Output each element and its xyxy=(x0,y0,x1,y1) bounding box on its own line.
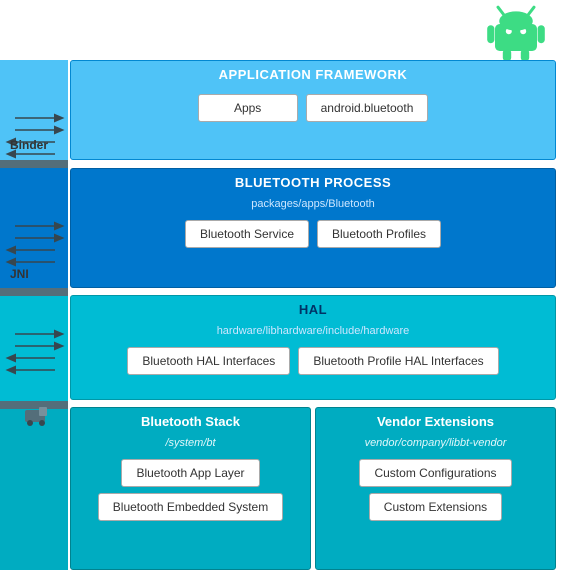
bt-stack-sublabel: /system/bt xyxy=(71,435,310,453)
bt-hal-interfaces-box: Bluetooth HAL Interfaces xyxy=(127,347,290,375)
bt-stack-section: Bluetooth Stack /system/bt Bluetooth App… xyxy=(70,407,311,570)
app-framework-section: APPLICATION FRAMEWORK Apps android.bluet… xyxy=(70,60,556,160)
binder-label: Binder xyxy=(10,138,48,152)
bt-service-box: Bluetooth Service xyxy=(185,220,309,248)
custom-extensions-box: Custom Extensions xyxy=(369,493,502,521)
bt-process-title: BLUETOOTH PROCESS xyxy=(71,169,555,196)
app-framework-content: Apps android.bluetooth xyxy=(71,88,555,128)
bottom-wrapper: Bluetooth Stack /system/bt Bluetooth App… xyxy=(70,407,556,570)
bt-stack-content: Bluetooth App Layer Bluetooth Embedded S… xyxy=(71,453,310,527)
bt-stack-title: Bluetooth Stack xyxy=(71,408,310,435)
diagram-wrapper: Binder JNI APPLICATION FRAMEWORK Apps an… xyxy=(0,0,566,578)
custom-configurations-box: Custom Configurations xyxy=(359,459,511,487)
bt-process-section: BLUETOOTH PROCESS packages/apps/Bluetoot… xyxy=(70,168,556,288)
bt-process-sublabel: packages/apps/Bluetooth xyxy=(71,196,555,214)
bt-embedded-system-box: Bluetooth Embedded System xyxy=(98,493,283,521)
android-bluetooth-box: android.bluetooth xyxy=(306,94,429,122)
hal-content: Bluetooth HAL Interfaces Bluetooth Profi… xyxy=(71,341,555,381)
vendor-ext-sublabel: vendor/company/libbt-vendor xyxy=(316,435,555,453)
hal-section: HAL hardware/libhardware/include/hardwar… xyxy=(70,295,556,400)
apps-box: Apps xyxy=(198,94,298,122)
vendor-ext-title: Vendor Extensions xyxy=(316,408,555,435)
bt-profiles-box: Bluetooth Profiles xyxy=(317,220,441,248)
jni-label: JNI xyxy=(10,267,29,281)
bt-app-layer-box: Bluetooth App Layer xyxy=(121,459,259,487)
left-panel xyxy=(0,60,68,570)
app-framework-title: APPLICATION FRAMEWORK xyxy=(71,61,555,88)
vendor-ext-content: Custom Configurations Custom Extensions xyxy=(316,453,555,527)
bt-profile-hal-interfaces-box: Bluetooth Profile HAL Interfaces xyxy=(298,347,498,375)
bt-process-content: Bluetooth Service Bluetooth Profiles xyxy=(71,214,555,254)
hal-title: HAL xyxy=(71,296,555,323)
vendor-ext-section: Vendor Extensions vendor/company/libbt-v… xyxy=(315,407,556,570)
hal-sublabel: hardware/libhardware/include/hardware xyxy=(71,323,555,341)
android-logo xyxy=(486,0,546,60)
